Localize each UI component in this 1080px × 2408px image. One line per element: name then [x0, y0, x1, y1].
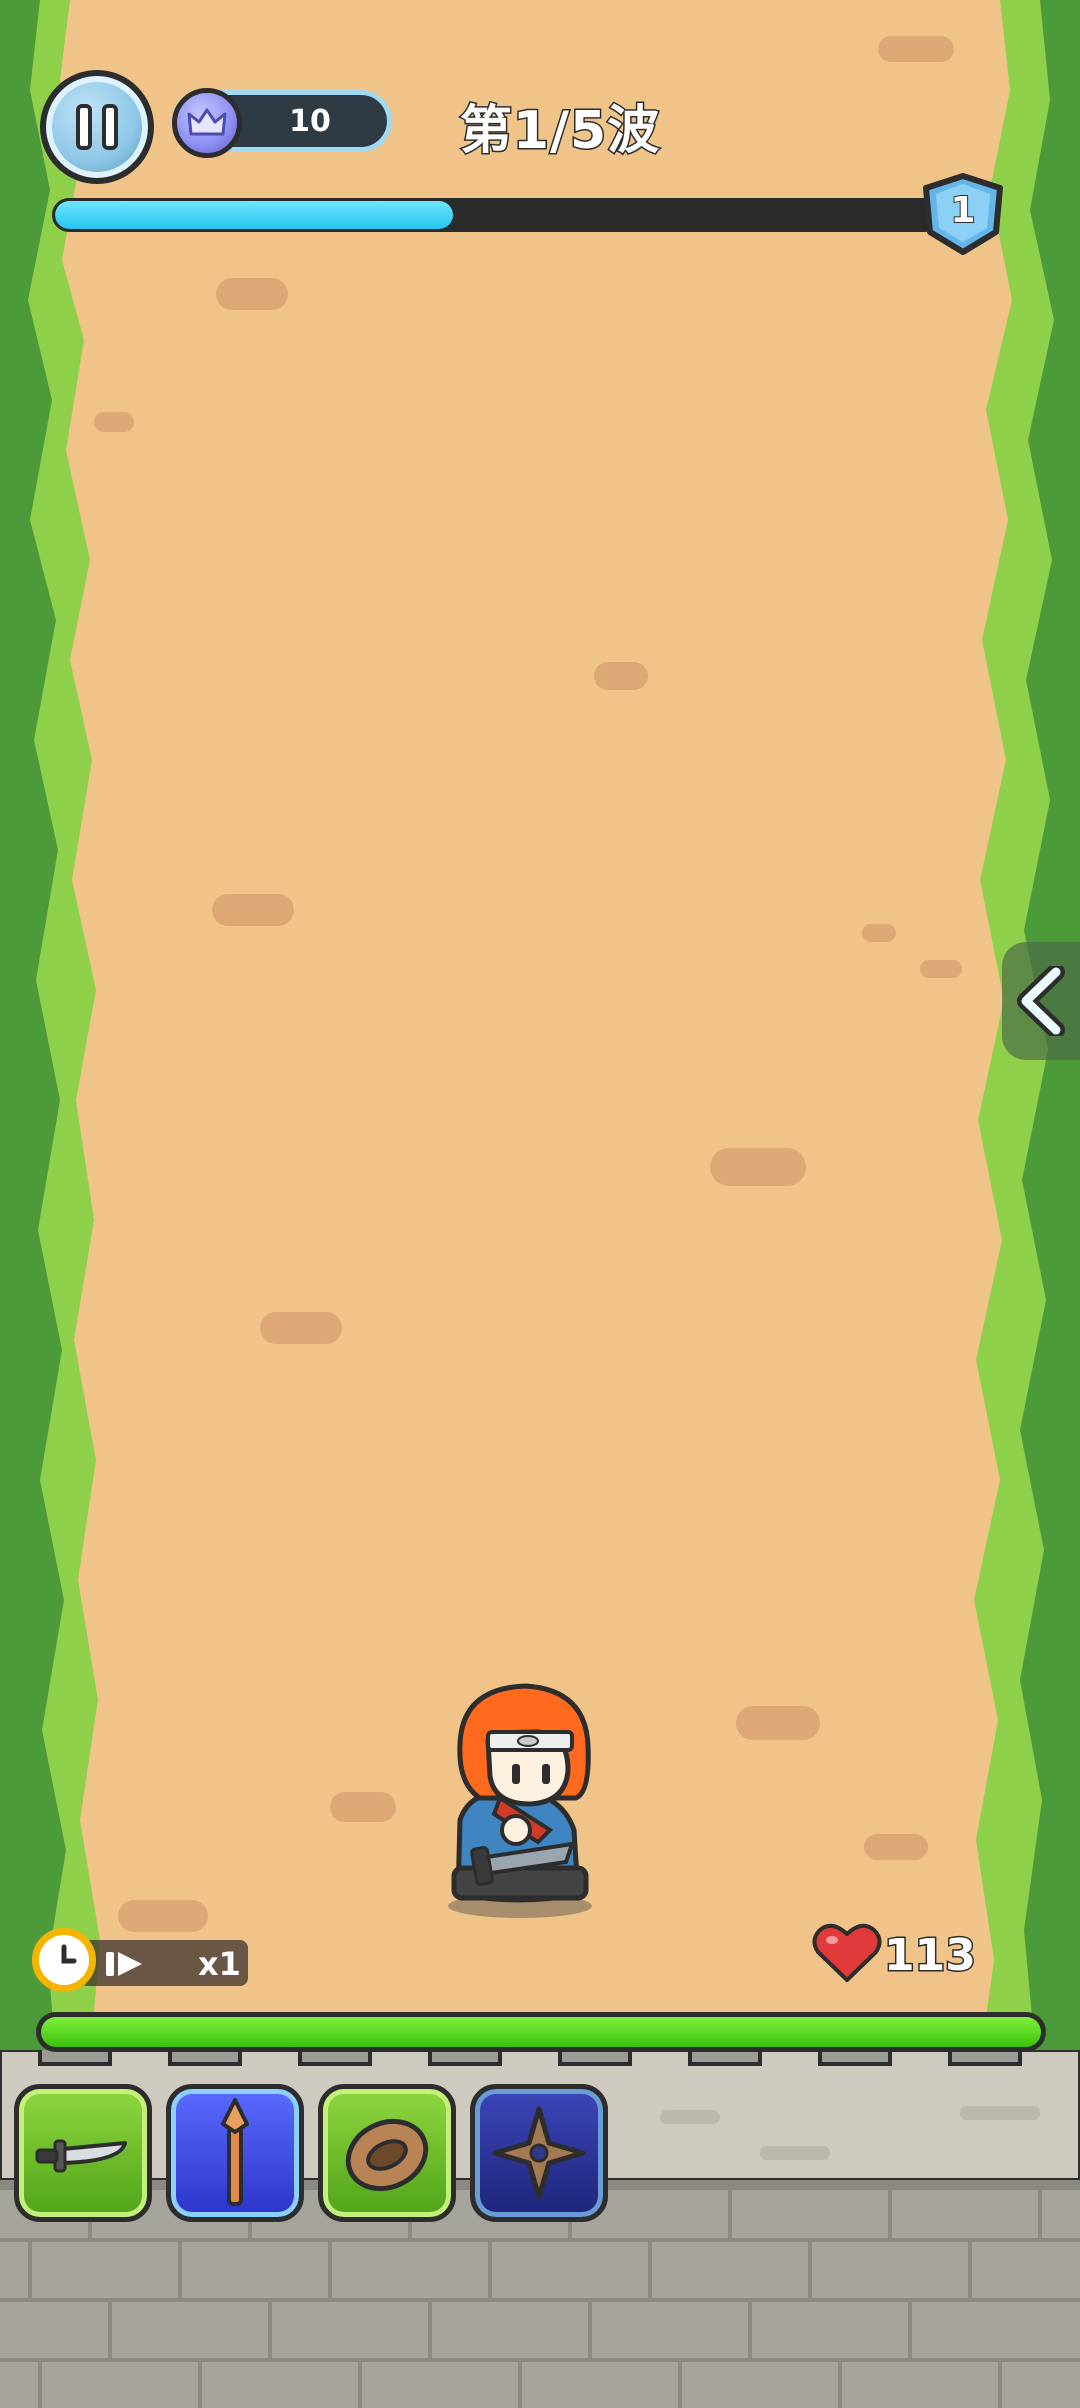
side-panel-toggle[interactable]: [1002, 942, 1080, 1060]
pause-button[interactable]: [40, 70, 154, 184]
knife-icon: [35, 2139, 127, 2173]
game-speed-control[interactable]: x1: [32, 1928, 248, 1992]
pause-icon-bar: [102, 104, 118, 150]
crown-coin-icon: [172, 88, 242, 158]
shuriken-icon: [492, 2106, 586, 2200]
wave-progress-bar: [52, 198, 942, 232]
clock-icon: [32, 1928, 96, 1992]
dirt-patch: [260, 1312, 342, 1344]
wall-health-bar: [36, 2012, 1046, 2052]
skill-slot-ring[interactable]: [318, 2084, 456, 2222]
spear-icon: [221, 2098, 249, 2206]
dirt-patch: [216, 278, 288, 310]
wave-progress-fill: [55, 201, 453, 229]
skill-slot-spear[interactable]: [166, 2084, 304, 2222]
dirt-patch: [920, 960, 962, 978]
speed-label: x1: [198, 1945, 241, 1983]
skill-slot-knife[interactable]: [14, 2084, 152, 2222]
fast-forward-icon: [106, 1952, 142, 1976]
ring-icon: [345, 2118, 429, 2192]
chevron-left-icon: [1017, 966, 1065, 1036]
level-number: 1: [949, 189, 976, 232]
currency-value: 10: [289, 104, 331, 139]
hp-value: 113: [883, 1929, 978, 1983]
heart-icon: [812, 1923, 882, 1982]
dirt-patch: [710, 1148, 806, 1186]
wall-health-fill: [41, 2017, 1041, 2047]
pause-icon: [76, 104, 92, 150]
dirt-patch: [212, 894, 294, 926]
dirt-patch: [864, 1834, 928, 1860]
dirt-patch: [330, 1792, 396, 1822]
dirt-patch: [878, 36, 954, 62]
dirt-patch: [862, 924, 896, 942]
grass-left: [0, 0, 100, 2060]
dirt-patch: [94, 412, 134, 432]
player-hp: 113: [812, 1920, 977, 1984]
wave-title: 第1/5波: [458, 100, 661, 163]
skill-slot-shuriken[interactable]: [470, 2084, 608, 2222]
dirt-patch: [736, 1706, 820, 1740]
ninja-hero: [448, 1683, 592, 1918]
dirt-patch: [594, 662, 648, 690]
